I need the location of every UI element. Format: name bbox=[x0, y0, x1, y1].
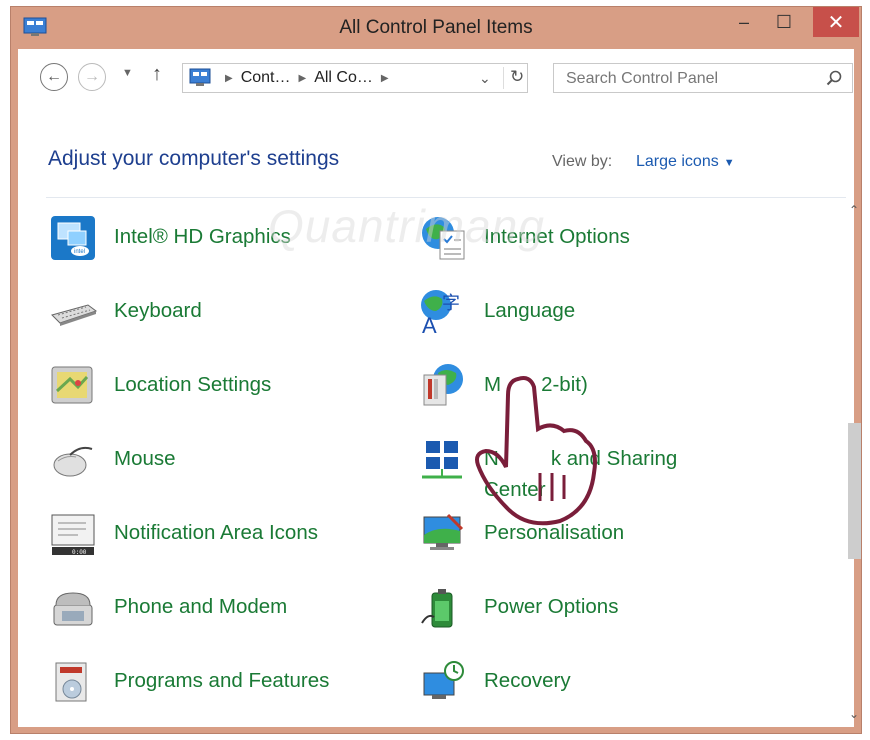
breadcrumb-separator-icon[interactable]: ▶ bbox=[299, 73, 307, 84]
phone-modem-icon bbox=[53, 592, 93, 626]
dropdown-caret-icon[interactable]: ▼ bbox=[724, 157, 735, 169]
breadcrumb-separator-icon[interactable]: ▶ bbox=[381, 73, 389, 84]
breadcrumb: ▶ Cont… ▶ All Co… ▶ bbox=[217, 69, 397, 87]
item-language[interactable]: 字 A Language bbox=[418, 287, 575, 337]
up-button[interactable]: ↑ bbox=[152, 63, 162, 86]
view-by-dropdown[interactable]: Large icons ▼ bbox=[636, 153, 735, 171]
intel-graphics-icon: intel bbox=[51, 216, 95, 260]
mail-icon bbox=[423, 364, 463, 406]
page-heading: Adjust your computer's settings bbox=[48, 147, 340, 170]
forward-button[interactable]: → bbox=[78, 63, 106, 91]
up-arrow-icon: ↑ bbox=[152, 63, 162, 85]
item-keyboard[interactable]: Keyboard bbox=[48, 287, 202, 337]
maximize-button[interactable]: ☐ bbox=[767, 7, 801, 37]
scroll-down-button[interactable]: ⌄ bbox=[844, 707, 864, 727]
item-phone-modem[interactable]: Phone and Modem bbox=[48, 583, 287, 633]
item-mouse[interactable]: Mouse bbox=[48, 435, 176, 485]
item-label: Personalisation bbox=[484, 521, 625, 544]
forward-arrow-icon: → bbox=[84, 68, 100, 85]
view-by-label: View by: bbox=[552, 153, 613, 170]
network-label-line2: Center bbox=[484, 478, 546, 501]
mouse-icon bbox=[53, 446, 93, 477]
notification-area-icon: 0:00 bbox=[51, 514, 95, 556]
item-label: Phone and Modem bbox=[114, 595, 288, 618]
scrollbar-thumb[interactable] bbox=[848, 423, 861, 559]
item-intel-hd-graphics[interactable]: intel Intel® HD Graphics bbox=[48, 213, 291, 263]
control-panel-window: All Control Panel Items – ☐ ✕ ← → ▼ ↑ ▶ … bbox=[10, 6, 862, 734]
item-label: Programs and Features bbox=[114, 669, 330, 692]
item-personalisation[interactable]: Personalisation bbox=[418, 509, 624, 559]
item-notification-area-icons[interactable]: 0:00 Notification Area Icons bbox=[48, 509, 318, 559]
client-area: ← → ▼ ↑ ▶ Cont… ▶ All Co… ▶ ⌄ ↻ Search C… bbox=[18, 49, 861, 727]
item-mail[interactable]: M 2-bit) bbox=[418, 361, 588, 411]
back-button[interactable]: ← bbox=[40, 63, 68, 91]
network-sharing-icon bbox=[422, 441, 462, 479]
breadcrumb-all-items[interactable]: All Co… bbox=[314, 69, 373, 87]
chevron-down-icon: ▼ bbox=[122, 67, 133, 79]
control-panel-items: intel Intel® HD Graphics Internet Option… bbox=[18, 203, 844, 727]
internet-options-icon bbox=[422, 217, 465, 260]
control-panel-location-icon bbox=[189, 68, 211, 86]
navigation-bar: ← → ▼ ↑ ▶ Cont… ▶ All Co… ▶ ⌄ ↻ Search C… bbox=[18, 49, 854, 109]
breadcrumb-control-panel[interactable]: Cont… bbox=[241, 69, 291, 87]
location-settings-icon bbox=[51, 366, 93, 404]
close-button[interactable]: ✕ bbox=[813, 7, 859, 37]
language-icon: 字 A bbox=[421, 290, 460, 337]
refresh-button[interactable]: ↻ bbox=[503, 67, 524, 89]
title-bar[interactable]: All Control Panel Items – ☐ ✕ bbox=[11, 7, 861, 49]
minimize-button[interactable]: – bbox=[727, 7, 761, 37]
keyboard-icon bbox=[51, 304, 98, 326]
mail-label-end: 2-bit) bbox=[541, 373, 588, 396]
network-label-end: k and Sharing bbox=[550, 447, 678, 470]
network-label-start: N bbox=[484, 447, 499, 470]
vertical-scrollbar[interactable]: ⌃ ⌄ bbox=[844, 203, 864, 727]
search-input[interactable] bbox=[564, 69, 808, 89]
svg-text:0:00: 0:00 bbox=[72, 549, 87, 556]
item-location-settings[interactable]: Location Settings bbox=[48, 361, 271, 411]
personalisation-icon bbox=[423, 513, 464, 550]
item-label: Notification Area Icons bbox=[114, 521, 318, 544]
view-by-value[interactable]: Large icons bbox=[636, 153, 719, 170]
recovery-icon bbox=[423, 661, 464, 699]
item-label: Language bbox=[484, 299, 576, 322]
item-label: Recovery bbox=[484, 669, 571, 692]
item-programs-features[interactable]: Programs and Features bbox=[48, 657, 329, 707]
search-box[interactable] bbox=[553, 63, 853, 93]
power-options-icon bbox=[421, 589, 453, 628]
header-divider bbox=[46, 197, 846, 198]
svg-text:字: 字 bbox=[442, 293, 460, 314]
item-recovery[interactable]: Recovery bbox=[418, 657, 571, 707]
item-label: Power Options bbox=[484, 595, 619, 618]
address-dropdown-button[interactable]: ⌄ bbox=[479, 70, 491, 87]
recent-locations-button[interactable]: ▼ bbox=[122, 67, 133, 79]
item-label: Location Settings bbox=[114, 373, 272, 396]
item-label: Internet Options bbox=[484, 225, 630, 248]
search-icon[interactable] bbox=[826, 70, 842, 86]
item-label: Nk and Sharing Center bbox=[484, 443, 677, 505]
item-label: Keyboard bbox=[114, 299, 202, 322]
item-network-sharing[interactable]: Nk and Sharing Center bbox=[418, 435, 677, 505]
item-label: Intel® HD Graphics bbox=[114, 225, 291, 248]
address-bar[interactable]: ▶ Cont… ▶ All Co… ▶ ⌄ ↻ bbox=[182, 63, 528, 93]
item-internet-options[interactable]: Internet Options bbox=[418, 213, 630, 263]
scroll-up-button[interactable]: ⌃ bbox=[844, 203, 864, 223]
item-power-options[interactable]: Power Options bbox=[418, 583, 618, 633]
svg-text:intel: intel bbox=[74, 249, 85, 255]
mail-label-start: M bbox=[484, 373, 502, 396]
svg-text:A: A bbox=[422, 313, 437, 337]
programs-features-icon bbox=[55, 662, 87, 702]
item-label: Mouse bbox=[114, 447, 176, 470]
back-arrow-icon: ← bbox=[46, 68, 62, 85]
breadcrumb-separator-icon[interactable]: ▶ bbox=[225, 73, 233, 84]
item-label: M 2-bit) bbox=[484, 369, 588, 400]
